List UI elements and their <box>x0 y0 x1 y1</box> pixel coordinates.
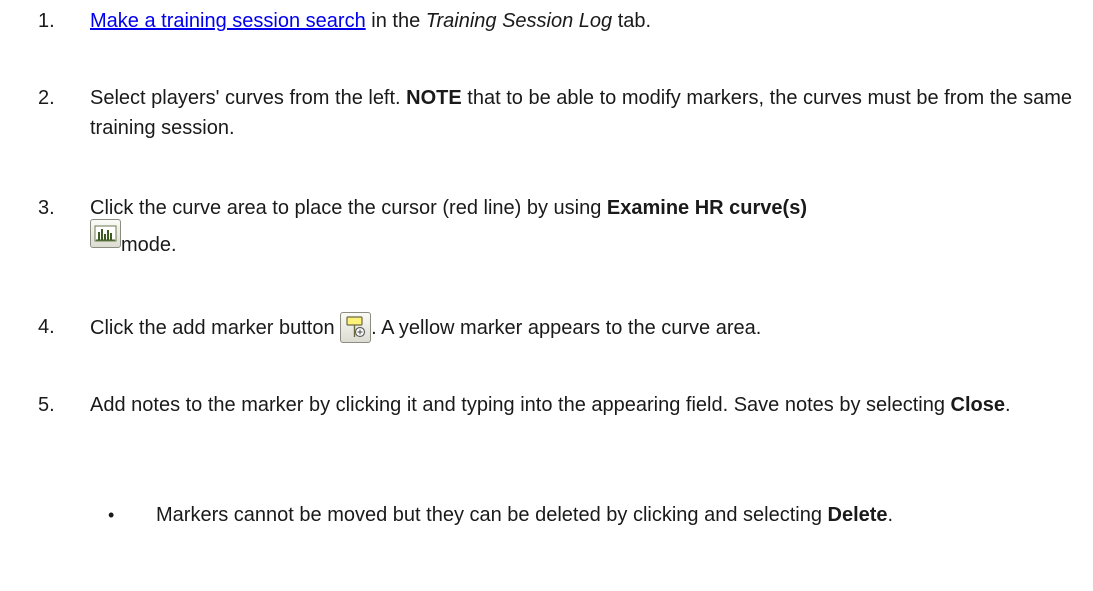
training-session-search-link[interactable]: Make a training session search <box>90 10 366 32</box>
step-3: 3. Click the curve area to place the cur… <box>38 193 1078 263</box>
training-session-log-tab-name: Training Session Log <box>425 10 613 32</box>
step-text: Click the add marker button . A yellow m… <box>90 312 1078 343</box>
step-2: 2. Select players' curves from the left.… <box>38 83 1078 143</box>
add-marker-icon <box>340 312 372 343</box>
step-number: 4. <box>38 316 55 338</box>
step-number: 2. <box>38 87 55 109</box>
bullet-dot-icon: • <box>108 505 115 525</box>
bullet-item: • Markers cannot be moved but they can b… <box>108 500 1068 560</box>
step-text: Click the curve area to place the cursor… <box>90 197 807 256</box>
note-label: NOTE <box>406 87 462 109</box>
step-number: 3. <box>38 197 55 219</box>
step-text: Add notes to the marker by clicking it a… <box>90 394 1011 416</box>
step-5: 5. Add notes to the marker by clicking i… <box>38 390 1078 450</box>
delete-label: Delete <box>827 504 888 526</box>
bullet-text: Markers cannot be moved but they can be … <box>156 504 894 526</box>
step-number: 5. <box>38 394 55 416</box>
examine-hr-curve-icon <box>90 219 121 248</box>
step-text: Select players' curves from the left. NO… <box>90 87 1072 139</box>
close-label: Close <box>950 394 1005 416</box>
step-text: Make a training session search in the Tr… <box>90 10 652 32</box>
examine-hr-curve-label: Examine HR curve(s) <box>606 197 807 219</box>
step-number: 1. <box>38 10 55 32</box>
